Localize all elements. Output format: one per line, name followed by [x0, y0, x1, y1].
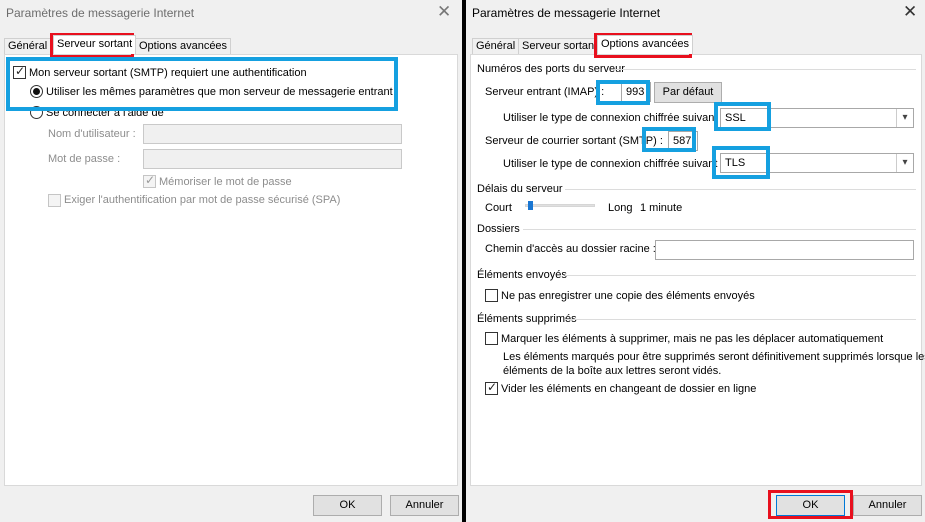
password-label: Mot de passe : — [48, 153, 121, 165]
deleted-note-line-1: Les éléments marqués pour être supprimés… — [503, 351, 925, 363]
chevron-down-icon: ▾ — [896, 154, 913, 172]
tab-outgoing-server[interactable]: Serveur sortant — [53, 35, 137, 54]
no-sent-copy-label: Ne pas enregistrer une copie des élément… — [501, 290, 755, 302]
window-title: Paramètres de messagerie Internet — [472, 6, 661, 20]
encryption-select-outgoing-value: TLS — [725, 157, 746, 169]
no-sent-copy-checkbox[interactable] — [485, 289, 498, 302]
incoming-port-label: Serveur entrant (IMAP) : — [485, 86, 605, 98]
radio-dot-icon — [33, 88, 40, 95]
tab-general[interactable]: Général — [4, 38, 52, 54]
tab-outgoing-server[interactable]: Serveur sortant — [518, 38, 602, 54]
section-divider — [565, 275, 916, 276]
section-divider — [616, 69, 916, 70]
deleted-section-title: Éléments supprimés — [477, 313, 577, 325]
encryption-label-outgoing: Utiliser le type de connexion chiffrée s… — [503, 158, 724, 170]
deleted-note-line-2: éléments de la boîte aux lettres seront … — [503, 365, 722, 377]
section-divider — [565, 189, 916, 190]
same-settings-label: Utiliser les mêmes paramètres que mon se… — [46, 86, 393, 98]
checkmark-icon: ✓ — [145, 173, 156, 187]
root-path-label: Chemin d'accès au dossier racine : — [485, 243, 656, 255]
close-icon[interactable]: ✕ — [903, 3, 917, 20]
encryption-select-outgoing[interactable]: TLS ▾ — [720, 153, 914, 173]
same-settings-radio[interactable] — [30, 85, 43, 98]
timeout-section-title: Délais du serveur — [477, 183, 563, 195]
mark-deleted-checkbox[interactable] — [485, 332, 498, 345]
folders-section-title: Dossiers — [477, 223, 520, 235]
username-field[interactable] — [143, 124, 402, 144]
spa-checkbox[interactable] — [48, 194, 61, 207]
outgoing-port-label: Serveur de courrier sortant (SMTP) : — [485, 135, 663, 147]
default-button[interactable]: Par défaut — [654, 82, 722, 103]
timeout-short-label: Court — [485, 202, 512, 214]
encryption-select-incoming[interactable]: SSL ▾ — [720, 108, 914, 128]
cancel-button[interactable]: Annuler — [390, 495, 459, 516]
connect-with-radio[interactable] — [30, 106, 43, 119]
timeout-slider-thumb[interactable] — [528, 201, 534, 210]
sent-section-title: Éléments envoyés — [477, 269, 567, 281]
ok-button[interactable]: OK — [776, 495, 845, 516]
mark-deleted-label: Marquer les éléments à supprimer, mais n… — [501, 333, 884, 345]
connect-with-label: Se connecter à l'aide de — [46, 107, 164, 119]
left-settings-dialog: Paramètres de messagerie Internet ✕ Géné… — [0, 0, 462, 522]
checkmark-icon: ✓ — [15, 64, 26, 78]
tab-general[interactable]: Général — [472, 38, 520, 54]
outgoing-port-field[interactable]: 587 — [668, 131, 698, 151]
timeout-slider-track[interactable] — [525, 204, 595, 207]
smtp-auth-checkbox[interactable]: ✓ — [13, 64, 26, 79]
purge-items-label: Vider les éléments en changeant de dossi… — [501, 383, 757, 395]
password-field[interactable] — [143, 149, 402, 169]
tab-advanced-options[interactable]: Options avancées — [597, 35, 694, 54]
encryption-label-incoming: Utiliser le type de connexion chiffrée s… — [503, 112, 724, 124]
spa-label: Exiger l'authentification par mot de pas… — [64, 194, 341, 206]
timeout-value: 1 minute — [640, 202, 683, 214]
chevron-down-icon: ▾ — [896, 109, 913, 127]
username-label: Nom d'utilisateur : — [48, 128, 136, 140]
tab-advanced-options[interactable]: Options avancées — [135, 38, 232, 54]
root-path-field[interactable] — [655, 240, 914, 260]
advanced-options-panel: Numéros des ports du serveur Serveur ent… — [470, 54, 925, 486]
cancel-button[interactable]: Annuler — [853, 495, 922, 516]
section-divider — [523, 229, 916, 230]
incoming-port-field[interactable]: 993 — [621, 82, 651, 102]
window-title: Paramètres de messagerie Internet — [6, 6, 195, 20]
outgoing-server-panel: ✓ Mon serveur sortant (SMTP) requiert un… — [4, 54, 458, 486]
section-divider — [565, 319, 916, 320]
close-icon[interactable]: ✕ — [437, 3, 451, 20]
smtp-auth-label: Mon serveur sortant (SMTP) requiert une … — [29, 67, 307, 79]
timeout-long-label: Long — [608, 202, 633, 214]
encryption-select-incoming-value: SSL — [725, 112, 746, 124]
right-settings-dialog: Paramètres de messagerie Internet ✕ Géné… — [466, 0, 925, 522]
purge-items-checkbox[interactable]: ✓ — [485, 380, 498, 395]
remember-password-label: Mémoriser le mot de passe — [159, 176, 292, 188]
remember-password-checkbox[interactable]: ✓ — [143, 173, 156, 188]
ports-section-title: Numéros des ports du serveur — [477, 63, 625, 75]
checkmark-icon: ✓ — [487, 380, 498, 394]
ok-button[interactable]: OK — [313, 495, 382, 516]
